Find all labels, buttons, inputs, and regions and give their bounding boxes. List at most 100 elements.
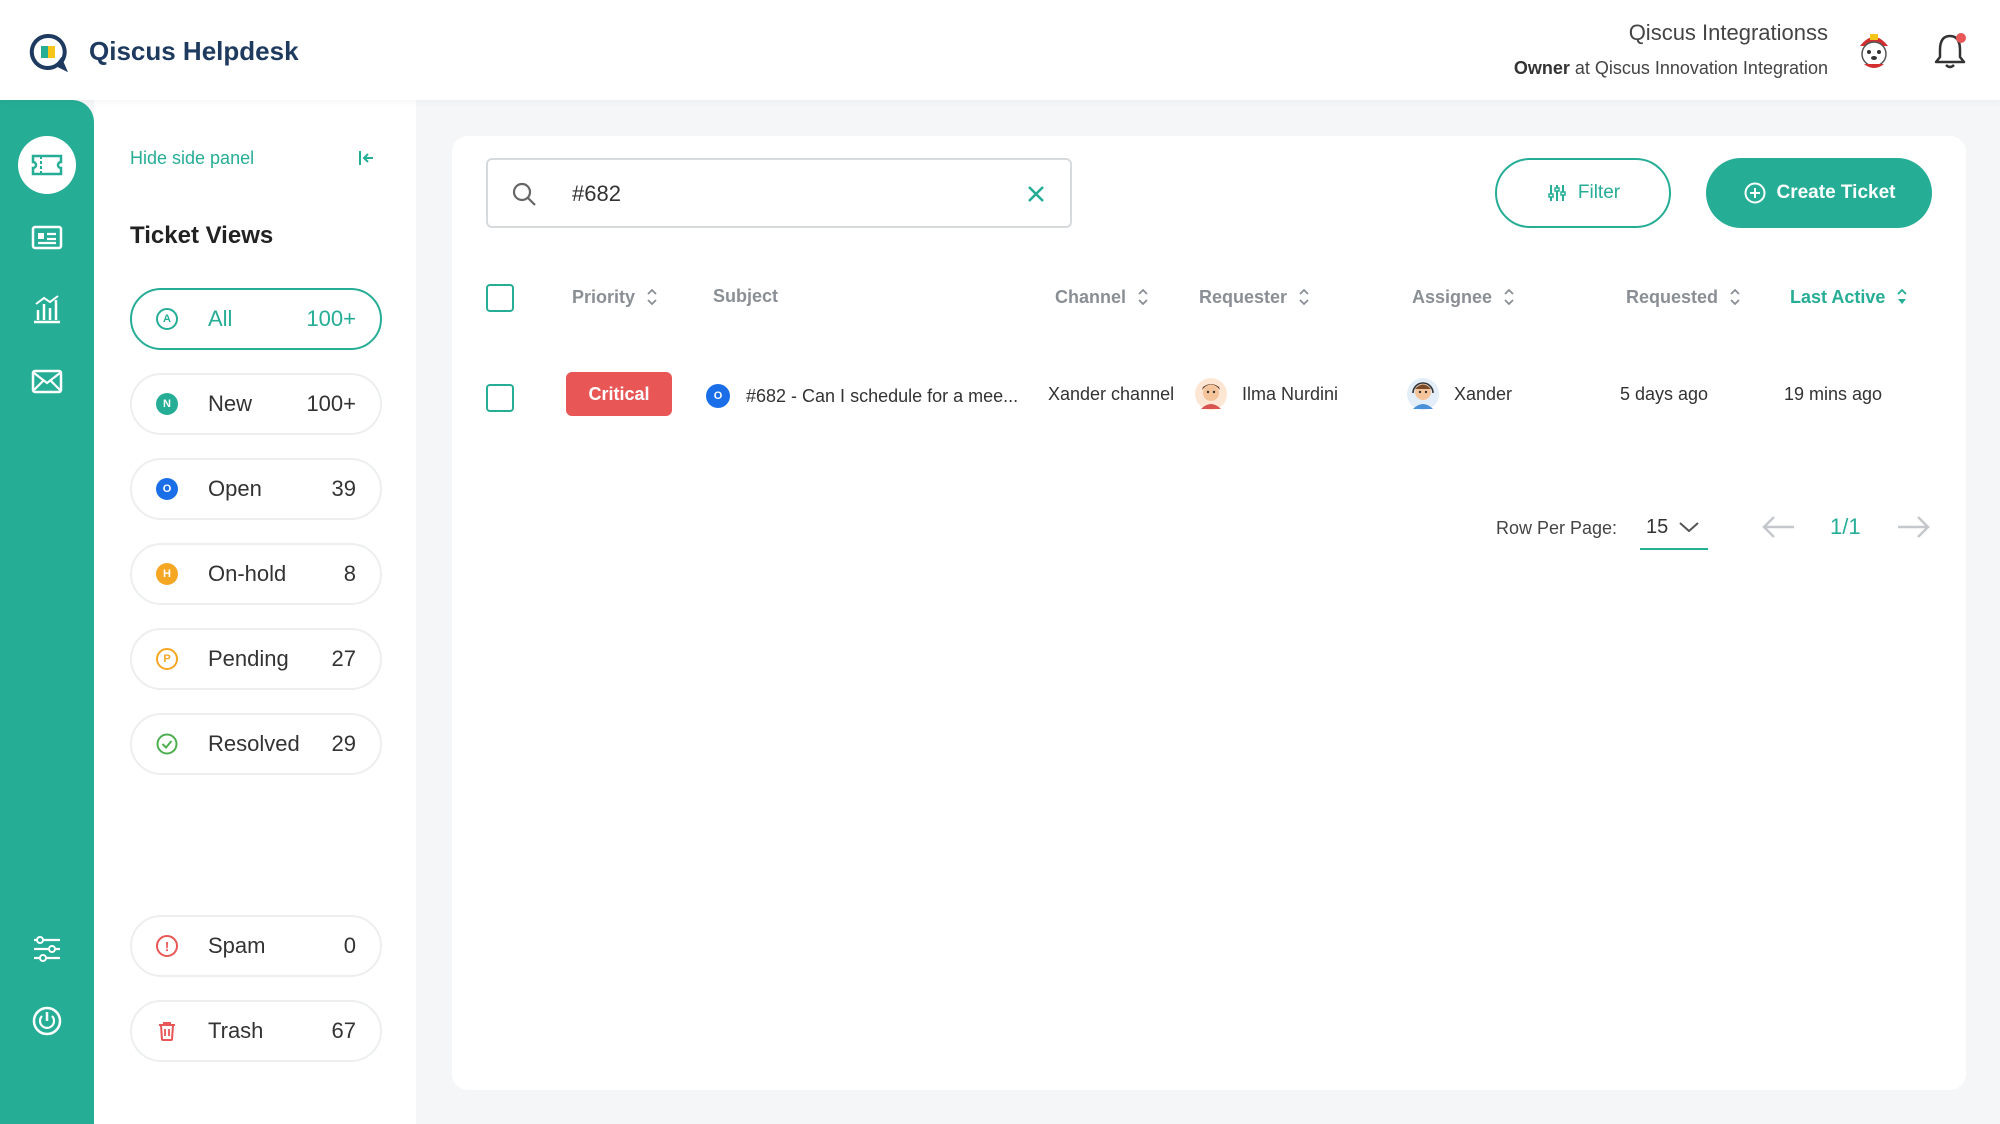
view-pending[interactable]: P Pending 27 <box>130 628 382 690</box>
column-label: Requested <box>1626 286 1719 307</box>
view-trash[interactable]: Trash 67 <box>130 1000 382 1062</box>
requester-name: Ilma Nurdini <box>1242 383 1339 404</box>
view-count: 0 <box>343 933 356 958</box>
column-subject: Subject <box>713 286 778 307</box>
sort-icon <box>1504 288 1514 306</box>
ticket-views-title: Ticket Views <box>130 222 274 249</box>
view-count: 29 <box>331 731 356 756</box>
view-label: Open <box>208 476 262 501</box>
filter-sliders-icon <box>1548 185 1566 201</box>
view-label: New <box>208 391 253 416</box>
search-icon <box>512 182 536 206</box>
column-priority[interactable]: Priority <box>572 286 659 308</box>
new-badge-icon: N <box>156 393 178 415</box>
nav-logout[interactable] <box>18 992 76 1050</box>
ticket-subject: #682 - Can I schedule for a mee... <box>746 385 1019 406</box>
top-header: Qiscus Helpdesk Qiscus Integrationss Own… <box>0 0 2000 100</box>
row-checkbox[interactable] <box>486 384 514 412</box>
view-count: 100+ <box>306 306 356 331</box>
view-spam[interactable]: ! Spam 0 <box>130 915 382 977</box>
column-channel[interactable]: Channel <box>1055 286 1150 308</box>
page-indicator: 1/1 <box>1830 514 1861 539</box>
check-circle-icon <box>156 733 178 755</box>
view-label: All <box>208 306 233 331</box>
hide-side-panel-link[interactable]: Hide side panel <box>130 148 254 169</box>
trash-icon <box>159 1022 175 1041</box>
chevron-down-icon <box>1679 522 1699 533</box>
ticket-views-panel: Hide side panel Ticket Views A All 100+ … <box>94 100 416 1124</box>
column-label: Requester <box>1199 286 1288 307</box>
priority-badge: Critical <box>566 372 672 416</box>
clear-search-icon[interactable] <box>1024 182 1048 206</box>
column-last-active[interactable]: Last Active <box>1790 286 1909 308</box>
create-ticket-label: Create Ticket <box>1776 182 1896 203</box>
column-assignee[interactable]: Assignee <box>1412 286 1516 308</box>
nav-contacts[interactable] <box>18 208 76 266</box>
view-count: 8 <box>343 561 356 586</box>
column-requested[interactable]: Requested <box>1626 286 1742 308</box>
nav-settings[interactable] <box>18 920 76 978</box>
arrow-left-icon[interactable] <box>1760 512 1798 542</box>
alert-circle-icon: ! <box>156 935 178 957</box>
notification-bell-icon[interactable] <box>1932 30 1968 70</box>
nav-mail[interactable] <box>18 352 76 410</box>
column-label: Priority <box>572 286 636 307</box>
user-role-title: Owner <box>1513 58 1570 78</box>
column-label: Assignee <box>1412 286 1493 307</box>
column-label: Last Active <box>1790 286 1886 307</box>
on-hold-badge-icon: H <box>156 563 178 585</box>
requested-cell: 5 days ago <box>1620 384 1709 404</box>
user-avatar-icon[interactable] <box>1852 28 1896 72</box>
assignee-cell: Xander <box>1406 377 1512 411</box>
view-label: Pending <box>208 646 289 671</box>
search-input[interactable] <box>572 181 992 207</box>
view-count: 67 <box>331 1018 356 1043</box>
arrow-right-icon[interactable] <box>1894 512 1932 542</box>
nav-tickets[interactable] <box>18 136 76 194</box>
collapse-panel-icon[interactable] <box>356 148 376 168</box>
view-all[interactable]: A All 100+ <box>130 288 382 350</box>
tickets-main-panel: Filter Create Ticket Priority Subject Ch… <box>452 136 1966 1090</box>
column-requester[interactable]: Requester <box>1199 286 1311 308</box>
ticket-icon <box>31 154 63 176</box>
view-count: 39 <box>331 476 356 501</box>
view-label: Spam <box>208 933 266 958</box>
column-label: Subject <box>713 286 779 306</box>
pending-badge-icon: P <box>156 648 178 670</box>
nav-reports[interactable] <box>18 280 76 338</box>
open-badge-icon: O <box>156 478 178 500</box>
subject-cell[interactable]: O #682 - Can I schedule for a mee... <box>706 384 1018 408</box>
user-company: at Qiscus Innovation Integration <box>1569 58 1828 78</box>
requester-avatar-icon <box>1195 378 1227 410</box>
all-badge-icon: A <box>156 308 178 330</box>
filter-button[interactable]: Filter <box>1495 158 1671 228</box>
rows-per-page-select[interactable]: 15 <box>1640 506 1708 550</box>
qiscus-logo-icon <box>29 33 68 72</box>
select-all-checkbox[interactable] <box>486 284 514 312</box>
open-status-icon: O <box>706 384 730 408</box>
search-box[interactable] <box>486 158 1072 228</box>
view-count: 100+ <box>306 391 356 416</box>
view-new[interactable]: N New 100+ <box>130 373 382 435</box>
user-name: Qiscus Integrationss <box>1628 20 1828 45</box>
assignee-name: Xander <box>1454 383 1513 404</box>
filter-label: Filter <box>1577 182 1621 203</box>
sort-desc-icon <box>1897 288 1908 304</box>
rows-per-page-value: 15 <box>1646 515 1669 538</box>
requester-cell: Ilma Nurdini <box>1194 377 1338 411</box>
view-label: Trash <box>208 1018 264 1043</box>
channel-cell: Xander channel <box>1048 384 1175 404</box>
app-title: Qiscus Helpdesk <box>89 36 299 66</box>
left-nav-rail <box>0 100 94 1124</box>
view-on-hold[interactable]: H On-hold 8 <box>130 543 382 605</box>
view-resolved[interactable]: Resolved 29 <box>130 713 382 775</box>
plus-circle-icon <box>1744 182 1765 204</box>
rows-per-page-label: Row Per Page: <box>1496 518 1618 538</box>
create-ticket-button[interactable]: Create Ticket <box>1706 158 1932 228</box>
view-open[interactable]: O Open 39 <box>130 458 382 520</box>
sort-icon <box>647 288 657 306</box>
view-label: Resolved <box>208 731 300 756</box>
contact-card-icon <box>31 225 63 250</box>
assignee-avatar-icon <box>1407 378 1439 410</box>
sort-icon <box>1730 288 1740 306</box>
